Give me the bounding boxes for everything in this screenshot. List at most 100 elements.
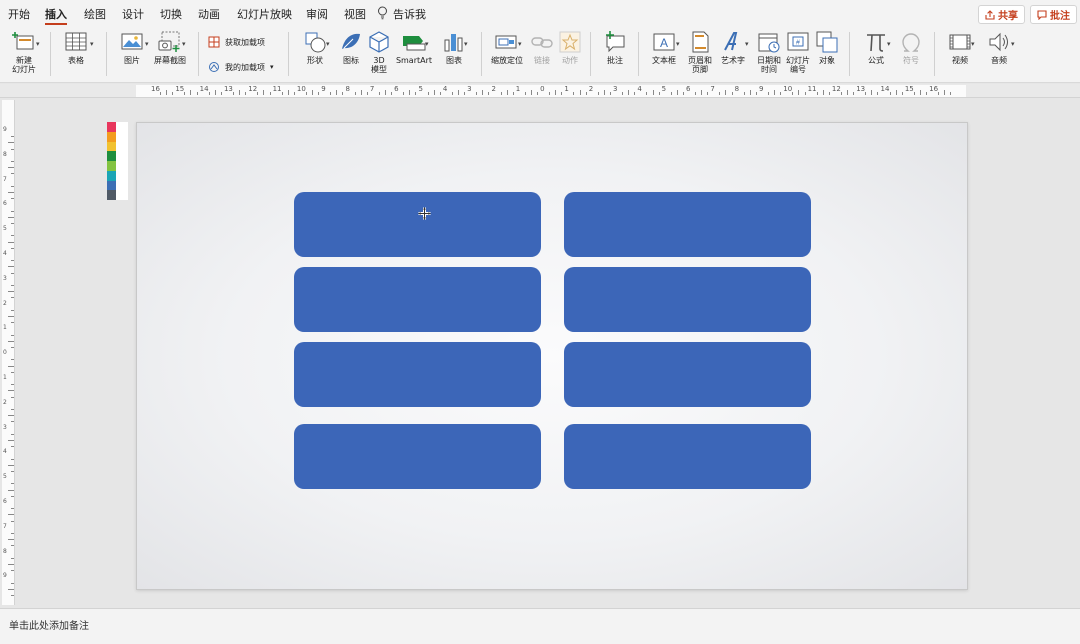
chevron-down-icon[interactable]: ▾ bbox=[270, 63, 274, 71]
ruler-label: 9 bbox=[321, 85, 326, 93]
ruler-tick bbox=[11, 235, 14, 237]
ruler-tick bbox=[8, 167, 14, 169]
ruler-tick bbox=[11, 433, 14, 435]
new-comment-button[interactable]: 批注 bbox=[595, 30, 635, 65]
tell-me-search[interactable]: 告诉我 bbox=[393, 6, 426, 22]
palette-swatch[interactable] bbox=[107, 131, 116, 142]
chevron-down-icon[interactable]: ▾ bbox=[145, 40, 149, 48]
color-palette[interactable] bbox=[107, 122, 128, 200]
ruler-strip bbox=[136, 85, 966, 97]
tab-draw[interactable]: 绘图 bbox=[84, 6, 106, 22]
ruler-label: 11 bbox=[807, 85, 817, 93]
rounded-rectangle-shape[interactable] bbox=[564, 424, 811, 489]
chevron-down-icon[interactable]: ▾ bbox=[182, 40, 186, 48]
notes-placeholder[interactable]: 单击此处添加备注 bbox=[9, 617, 89, 632]
ruler-tick bbox=[160, 92, 162, 95]
ruler-tick bbox=[537, 92, 538, 95]
tab-view[interactable]: 视图 bbox=[344, 6, 366, 22]
notes-pane[interactable]: 单击此处添加备注 bbox=[0, 608, 1080, 644]
slide-canvas[interactable] bbox=[136, 122, 968, 590]
tab-transitions[interactable]: 切换 bbox=[160, 6, 182, 22]
ruler-tick bbox=[415, 92, 417, 95]
ruler-tick bbox=[245, 92, 247, 95]
tab-insert[interactable]: 插入 bbox=[45, 6, 67, 25]
palette-swatch[interactable] bbox=[107, 122, 116, 132]
ruler-tick bbox=[707, 92, 709, 95]
ruler-label: 4 bbox=[3, 448, 7, 456]
chevron-down-icon[interactable]: ▾ bbox=[36, 40, 40, 48]
horizontal-ruler[interactable]: 16 15 14 13 12 11 10 9 8 7 6 5 4 3 2 1 0 1 2 3 4 5 6 7 8 9 10 11 12 1… bbox=[0, 84, 1080, 98]
chevron-down-icon[interactable]: ▾ bbox=[326, 40, 330, 48]
chart-button[interactable]: 图表 bbox=[434, 30, 474, 65]
rounded-rectangle-shape[interactable] bbox=[564, 342, 811, 407]
lightbulb-icon[interactable] bbox=[377, 6, 388, 20]
ruler-tick bbox=[11, 458, 14, 460]
palette-swatch[interactable] bbox=[107, 141, 116, 152]
rounded-rectangle-shape[interactable] bbox=[294, 192, 541, 257]
rounded-rectangle-shape[interactable] bbox=[564, 192, 811, 257]
object-button[interactable]: 对象 bbox=[807, 30, 847, 65]
ruler-tick bbox=[670, 92, 672, 95]
chevron-down-icon[interactable]: ▾ bbox=[971, 40, 975, 48]
ruler-tick bbox=[439, 92, 441, 95]
ruler-tick bbox=[8, 489, 14, 491]
new-comment-label: 批注 bbox=[607, 56, 623, 65]
tab-slideshow[interactable]: 幻灯片放映 bbox=[237, 6, 292, 22]
rounded-rectangle-shape[interactable] bbox=[294, 342, 541, 407]
palette-swatch[interactable] bbox=[107, 161, 116, 171]
tab-home[interactable]: 开始 bbox=[8, 6, 30, 22]
comments-button[interactable]: 批注 bbox=[1030, 5, 1077, 24]
chevron-down-icon[interactable]: ▾ bbox=[887, 40, 891, 48]
ruler-label: 3 bbox=[3, 274, 7, 282]
cube-icon bbox=[369, 31, 389, 53]
new-slide-button[interactable]: 新建 幻灯片 bbox=[3, 30, 45, 74]
palette-swatch[interactable] bbox=[107, 151, 116, 161]
ruler-tick bbox=[11, 409, 14, 410]
chevron-down-icon[interactable]: ▾ bbox=[90, 40, 94, 48]
action-button[interactable]: 动作 bbox=[550, 30, 590, 65]
tab-design[interactable]: 设计 bbox=[122, 6, 144, 22]
chevron-down-icon[interactable]: ▾ bbox=[745, 40, 749, 48]
ruler-tick bbox=[8, 415, 14, 417]
ruler-label: 9 bbox=[3, 126, 7, 133]
ruler-tick bbox=[871, 90, 873, 95]
ruler-tick bbox=[895, 90, 897, 95]
ruler-tick bbox=[257, 92, 259, 95]
chevron-down-icon[interactable]: ▾ bbox=[1011, 40, 1015, 48]
ruler-tick bbox=[555, 90, 557, 95]
ruler-tick bbox=[780, 92, 782, 95]
pi-icon bbox=[867, 34, 885, 52]
comments-label: 批注 bbox=[1050, 11, 1070, 22]
symbol-button[interactable]: 符号 bbox=[891, 30, 931, 65]
ruler-tick bbox=[8, 142, 14, 144]
ruler-tick bbox=[774, 90, 776, 95]
rounded-rectangle-shape[interactable] bbox=[564, 267, 811, 332]
screenshot-icon bbox=[158, 31, 180, 52]
ruler-tick bbox=[488, 92, 490, 95]
share-icon bbox=[985, 9, 995, 20]
smartart-label: SmartArt bbox=[395, 56, 433, 65]
tab-review[interactable]: 审阅 bbox=[306, 6, 328, 22]
palette-swatch[interactable] bbox=[107, 180, 116, 191]
my-addins-button[interactable]: 我的加载项 ▾ bbox=[208, 61, 274, 73]
ruler-label: 2 bbox=[588, 85, 594, 93]
ruler-tick bbox=[11, 185, 14, 187]
ruler-tick bbox=[512, 92, 514, 95]
share-button[interactable]: 共享 bbox=[978, 5, 1025, 24]
smartart-button[interactable]: SmartArt bbox=[392, 30, 436, 65]
palette-swatch[interactable] bbox=[107, 190, 116, 200]
chevron-down-icon[interactable]: ▾ bbox=[425, 40, 429, 48]
omega-icon bbox=[902, 33, 920, 52]
palette-swatch[interactable] bbox=[107, 170, 116, 181]
chevron-down-icon[interactable]: ▾ bbox=[518, 40, 522, 48]
chevron-down-icon[interactable]: ▾ bbox=[676, 40, 680, 48]
ruler-tick bbox=[731, 92, 733, 95]
vertical-ruler[interactable]: 9 8 7 6 5 4 3 2 1 0 1 2 3 4 5 6 7 8 9 bbox=[2, 100, 15, 605]
rounded-rectangle-shape[interactable] bbox=[294, 424, 541, 489]
tab-animations[interactable]: 动画 bbox=[198, 6, 220, 22]
get-addins-button[interactable]: 获取加载项 bbox=[208, 36, 265, 48]
ruler-tick bbox=[385, 90, 387, 95]
rounded-rectangle-shape[interactable] bbox=[294, 267, 541, 332]
ruler-tick bbox=[603, 90, 605, 95]
chevron-down-icon[interactable]: ▾ bbox=[464, 40, 468, 48]
